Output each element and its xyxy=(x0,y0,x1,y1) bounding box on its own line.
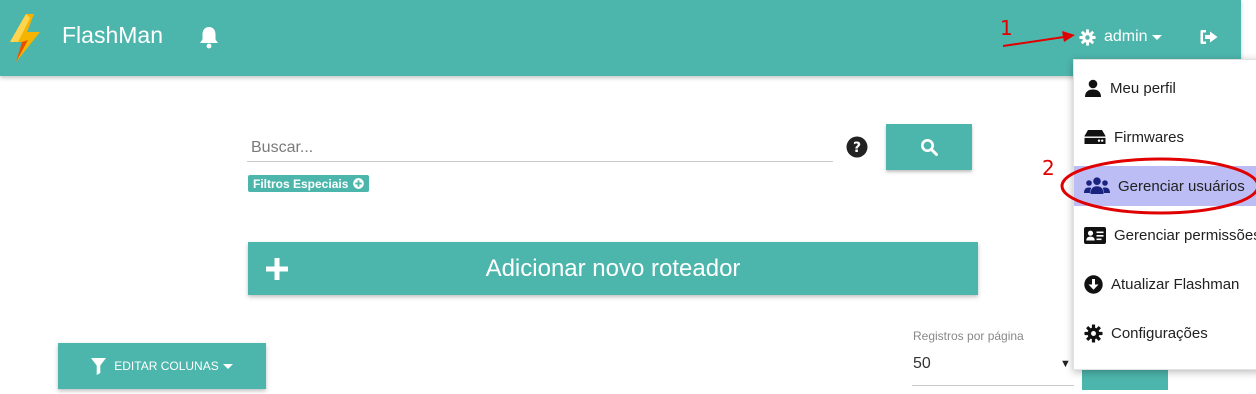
chevron-down-icon xyxy=(222,363,233,369)
users-icon xyxy=(1084,177,1110,194)
id-card-icon xyxy=(1084,226,1106,244)
edit-columns-button[interactable]: EDITAR COLUNAS xyxy=(58,343,266,389)
add-router-button[interactable]: Adicionar novo roteador xyxy=(248,242,978,295)
gear-icon xyxy=(1079,28,1096,46)
add-router-label: Adicionar novo roteador xyxy=(485,255,741,282)
dropdown-arrow-icon: ▼ xyxy=(1060,358,1071,370)
chevron-down-icon xyxy=(1151,34,1162,40)
search-button[interactable] xyxy=(886,124,972,170)
app-name[interactable]: FlashMan xyxy=(62,22,163,49)
menu-item-label: Gerenciar permissões xyxy=(1114,226,1256,244)
top-navbar: FlashMan admin xyxy=(0,0,1241,76)
lightning-logo-icon[interactable] xyxy=(6,12,44,64)
per-page-label: Registros por página xyxy=(913,329,1024,343)
menu-item-firmwares[interactable]: Firmwares xyxy=(1074,117,1256,157)
plus-circle-icon xyxy=(353,178,365,189)
user-menu-toggle[interactable]: admin xyxy=(1079,26,1162,48)
sign-out-icon[interactable] xyxy=(1199,28,1219,46)
menu-item-label: Atualizar Flashman xyxy=(1111,275,1240,293)
menu-item-gerenciar-usuarios[interactable]: Gerenciar usuários xyxy=(1074,166,1256,206)
menu-item-label: Firmwares xyxy=(1114,128,1184,146)
annotation-step-2: 2 xyxy=(1042,156,1055,180)
menu-item-label: Meu perfil xyxy=(1110,79,1176,97)
user-icon xyxy=(1085,79,1101,97)
user-menu-label: admin xyxy=(1104,28,1148,45)
special-filters-label: Filtros Especiais xyxy=(253,176,349,191)
per-page-value: 50 xyxy=(913,355,931,372)
annotation-step-1: 1 xyxy=(1000,16,1013,40)
per-page-select[interactable]: 50 ▼ xyxy=(912,346,1074,386)
svg-text:?: ? xyxy=(853,140,861,156)
question-circle-icon[interactable]: ? xyxy=(846,136,868,158)
special-filters-chip[interactable]: Filtros Especiais xyxy=(248,175,370,192)
filter-icon xyxy=(91,357,107,375)
menu-item-label: Gerenciar usuários xyxy=(1118,177,1245,195)
page: FlashMan admin 1 Buscar... ? Filtros Esp… xyxy=(0,0,1256,394)
menu-item-configuracoes[interactable]: Configurações xyxy=(1074,313,1256,353)
hdd-icon xyxy=(1084,130,1106,144)
user-dropdown-menu: Meu perfil Firmwares Gerenciar usuários xyxy=(1073,59,1256,370)
search-input[interactable] xyxy=(247,134,833,162)
bell-icon[interactable] xyxy=(198,25,220,49)
menu-item-meu-perfil[interactable]: Meu perfil xyxy=(1074,68,1256,108)
menu-item-label: Configurações xyxy=(1111,324,1208,342)
gear-icon xyxy=(1084,323,1103,343)
edit-columns-label: EDITAR COLUNAS xyxy=(114,359,219,373)
search-icon xyxy=(921,139,938,156)
arrow-circle-down-icon xyxy=(1084,274,1103,294)
menu-item-atualizar-flashman[interactable]: Atualizar Flashman xyxy=(1074,264,1256,304)
menu-item-gerenciar-permissoes[interactable]: Gerenciar permissões xyxy=(1074,215,1256,255)
